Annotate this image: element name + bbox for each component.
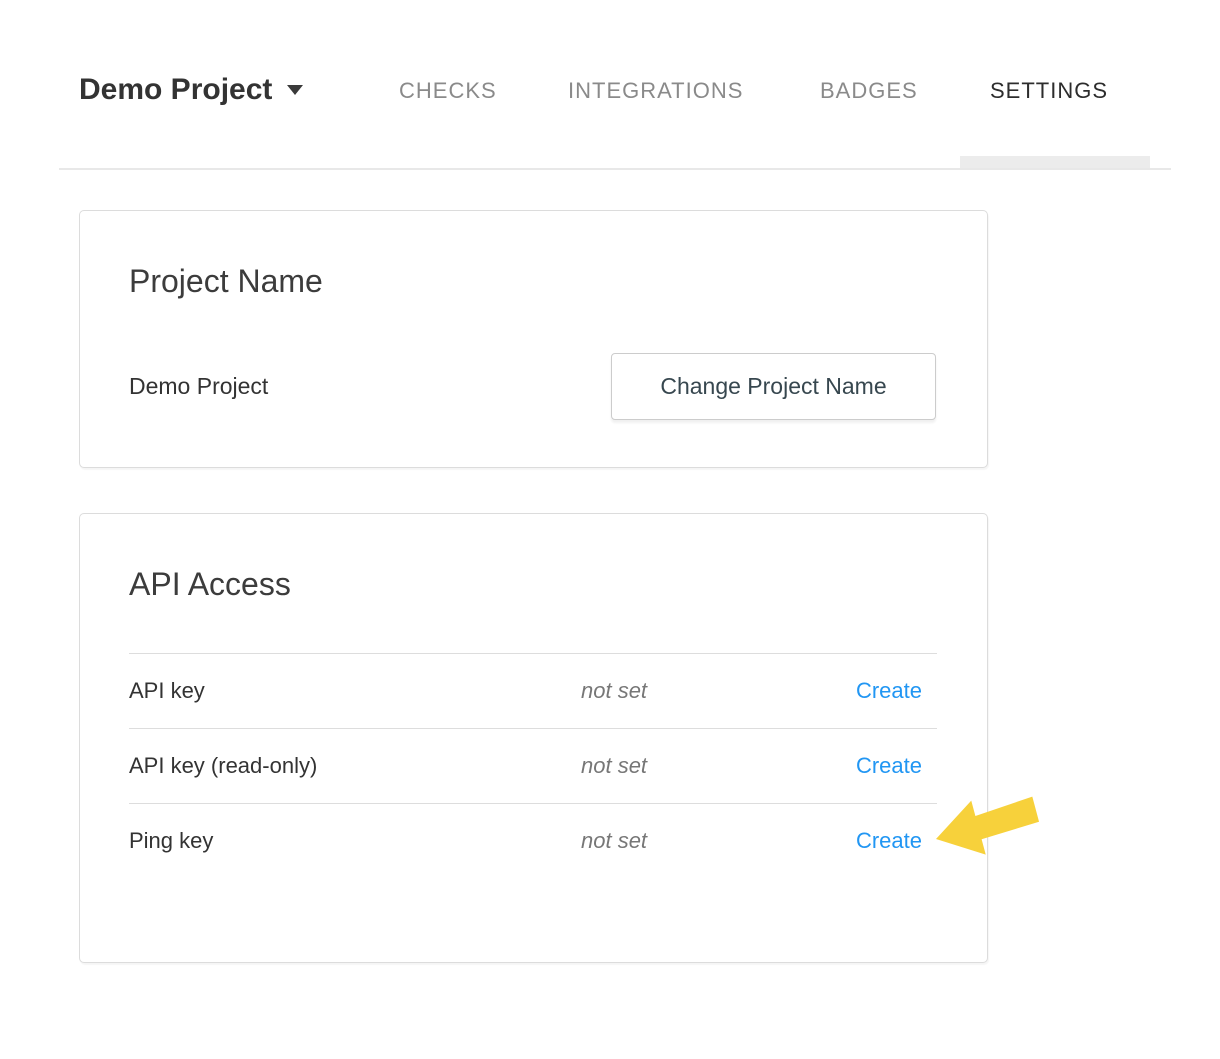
api-key-read-only-create-link[interactable]: Create bbox=[856, 753, 937, 779]
change-project-name-button[interactable]: Change Project Name bbox=[611, 353, 936, 420]
project-name-row: Demo Project Change Project Name bbox=[129, 353, 936, 420]
tab-checks[interactable]: CHECKS bbox=[399, 77, 497, 104]
api-access-card: API Access API key not set Create API ke… bbox=[79, 513, 988, 963]
api-key-read-only-value: not set bbox=[581, 753, 856, 779]
header-divider bbox=[59, 168, 1171, 170]
api-key-label: API key bbox=[129, 678, 581, 704]
project-selector-label: Demo Project bbox=[79, 73, 272, 106]
table-row-api-key: API key not set Create bbox=[129, 653, 937, 728]
table-row-api-key-read-only: API key (read-only) not set Create bbox=[129, 728, 937, 803]
api-access-table: API key not set Create API key (read-onl… bbox=[129, 653, 937, 878]
caret-down-icon bbox=[287, 85, 303, 95]
tab-badges[interactable]: BADGES bbox=[820, 77, 918, 104]
tab-integrations[interactable]: INTEGRATIONS bbox=[568, 77, 743, 104]
project-name-card: Project Name Demo Project Change Project… bbox=[79, 210, 988, 468]
api-key-read-only-label: API key (read-only) bbox=[129, 753, 581, 779]
ping-key-value: not set bbox=[581, 828, 856, 854]
ping-key-label: Ping key bbox=[129, 828, 581, 854]
current-project-name: Demo Project bbox=[129, 373, 268, 400]
project-selector[interactable]: Demo Project bbox=[79, 71, 303, 109]
api-key-value: not set bbox=[581, 678, 856, 704]
api-access-card-title: API Access bbox=[129, 564, 291, 604]
project-name-card-title: Project Name bbox=[129, 261, 323, 301]
table-row-ping-key: Ping key not set Create bbox=[129, 803, 937, 878]
ping-key-create-link[interactable]: Create bbox=[856, 828, 937, 854]
tab-settings[interactable]: SETTINGS bbox=[990, 77, 1108, 104]
api-key-create-link[interactable]: Create bbox=[856, 678, 937, 704]
